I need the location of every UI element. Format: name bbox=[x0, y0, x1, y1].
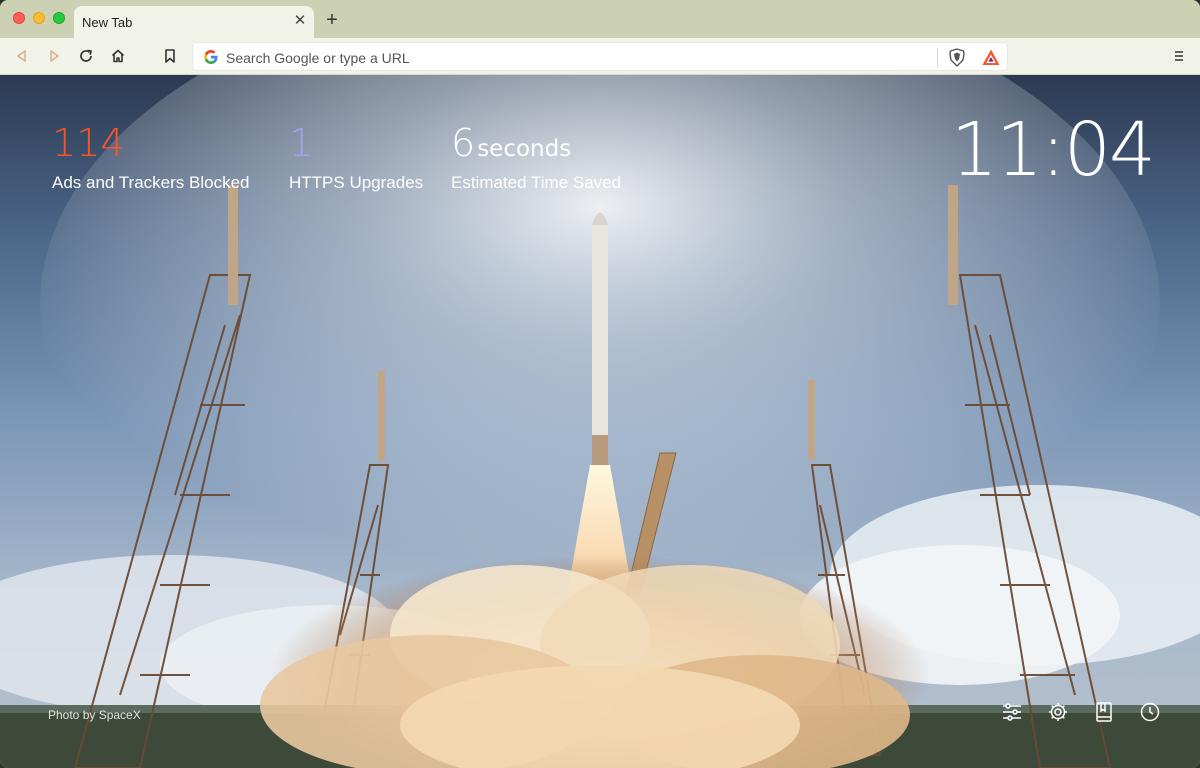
maximize-window-button[interactable] bbox=[53, 12, 65, 24]
home-icon[interactable] bbox=[108, 46, 128, 66]
toolbar: Search Google or type a URL bbox=[0, 38, 1200, 75]
omnibox[interactable]: Search Google or type a URL bbox=[192, 42, 1008, 71]
stat-unit: seconds bbox=[477, 136, 572, 162]
stat-label: Estimated Time Saved bbox=[451, 173, 622, 192]
bottom-dock bbox=[1000, 700, 1162, 724]
google-icon bbox=[204, 50, 218, 64]
stat-ads-blocked: 114 Ads and Trackers Blocked bbox=[52, 119, 249, 193]
omnibox-divider bbox=[937, 48, 938, 67]
browser-window: New Tab ✕ + Search Google or type a URL … bbox=[0, 0, 1200, 768]
brave-shields-icon[interactable] bbox=[948, 48, 966, 67]
tab-new-tab[interactable]: New Tab ✕ bbox=[74, 6, 314, 38]
stat-https-upgrades: 1 HTTPS Upgrades bbox=[289, 119, 423, 193]
stat-value: 114 bbox=[52, 121, 125, 165]
hamburger-menu-icon[interactable] bbox=[1172, 47, 1186, 65]
omnibox-placeholder: Search Google or type a URL bbox=[226, 50, 410, 66]
customize-icon[interactable] bbox=[1000, 700, 1024, 724]
tab-title: New Tab bbox=[82, 15, 133, 30]
history-icon[interactable] bbox=[1138, 700, 1162, 724]
stat-time-saved: 6seconds Estimated Time Saved bbox=[451, 119, 621, 193]
minimize-window-button[interactable] bbox=[33, 12, 45, 24]
stat-label: Ads and Trackers Blocked bbox=[52, 173, 250, 192]
stat-value: 6 bbox=[451, 121, 476, 165]
bookmarks-icon[interactable] bbox=[1092, 700, 1116, 724]
stat-value: 1 bbox=[289, 121, 314, 165]
plus-icon[interactable]: + bbox=[322, 10, 342, 30]
new-tab-page: 114 Ads and Trackers Blocked 1 HTTPS Upg… bbox=[0, 75, 1200, 768]
bookmark-icon[interactable] bbox=[160, 46, 180, 66]
forward-arrow-icon[interactable] bbox=[44, 46, 64, 66]
tab-strip: New Tab ✕ + bbox=[0, 0, 1200, 38]
clock: 11:04 bbox=[950, 107, 1156, 193]
photo-credit: Photo by SpaceX bbox=[48, 708, 141, 722]
brave-rewards-icon[interactable] bbox=[981, 48, 1001, 67]
close-window-button[interactable] bbox=[13, 12, 25, 24]
back-arrow-icon[interactable] bbox=[12, 46, 32, 66]
reload-icon[interactable] bbox=[76, 46, 96, 66]
stat-label: HTTPS Upgrades bbox=[289, 173, 424, 192]
close-icon[interactable]: ✕ bbox=[292, 13, 308, 29]
settings-icon[interactable] bbox=[1046, 700, 1070, 724]
